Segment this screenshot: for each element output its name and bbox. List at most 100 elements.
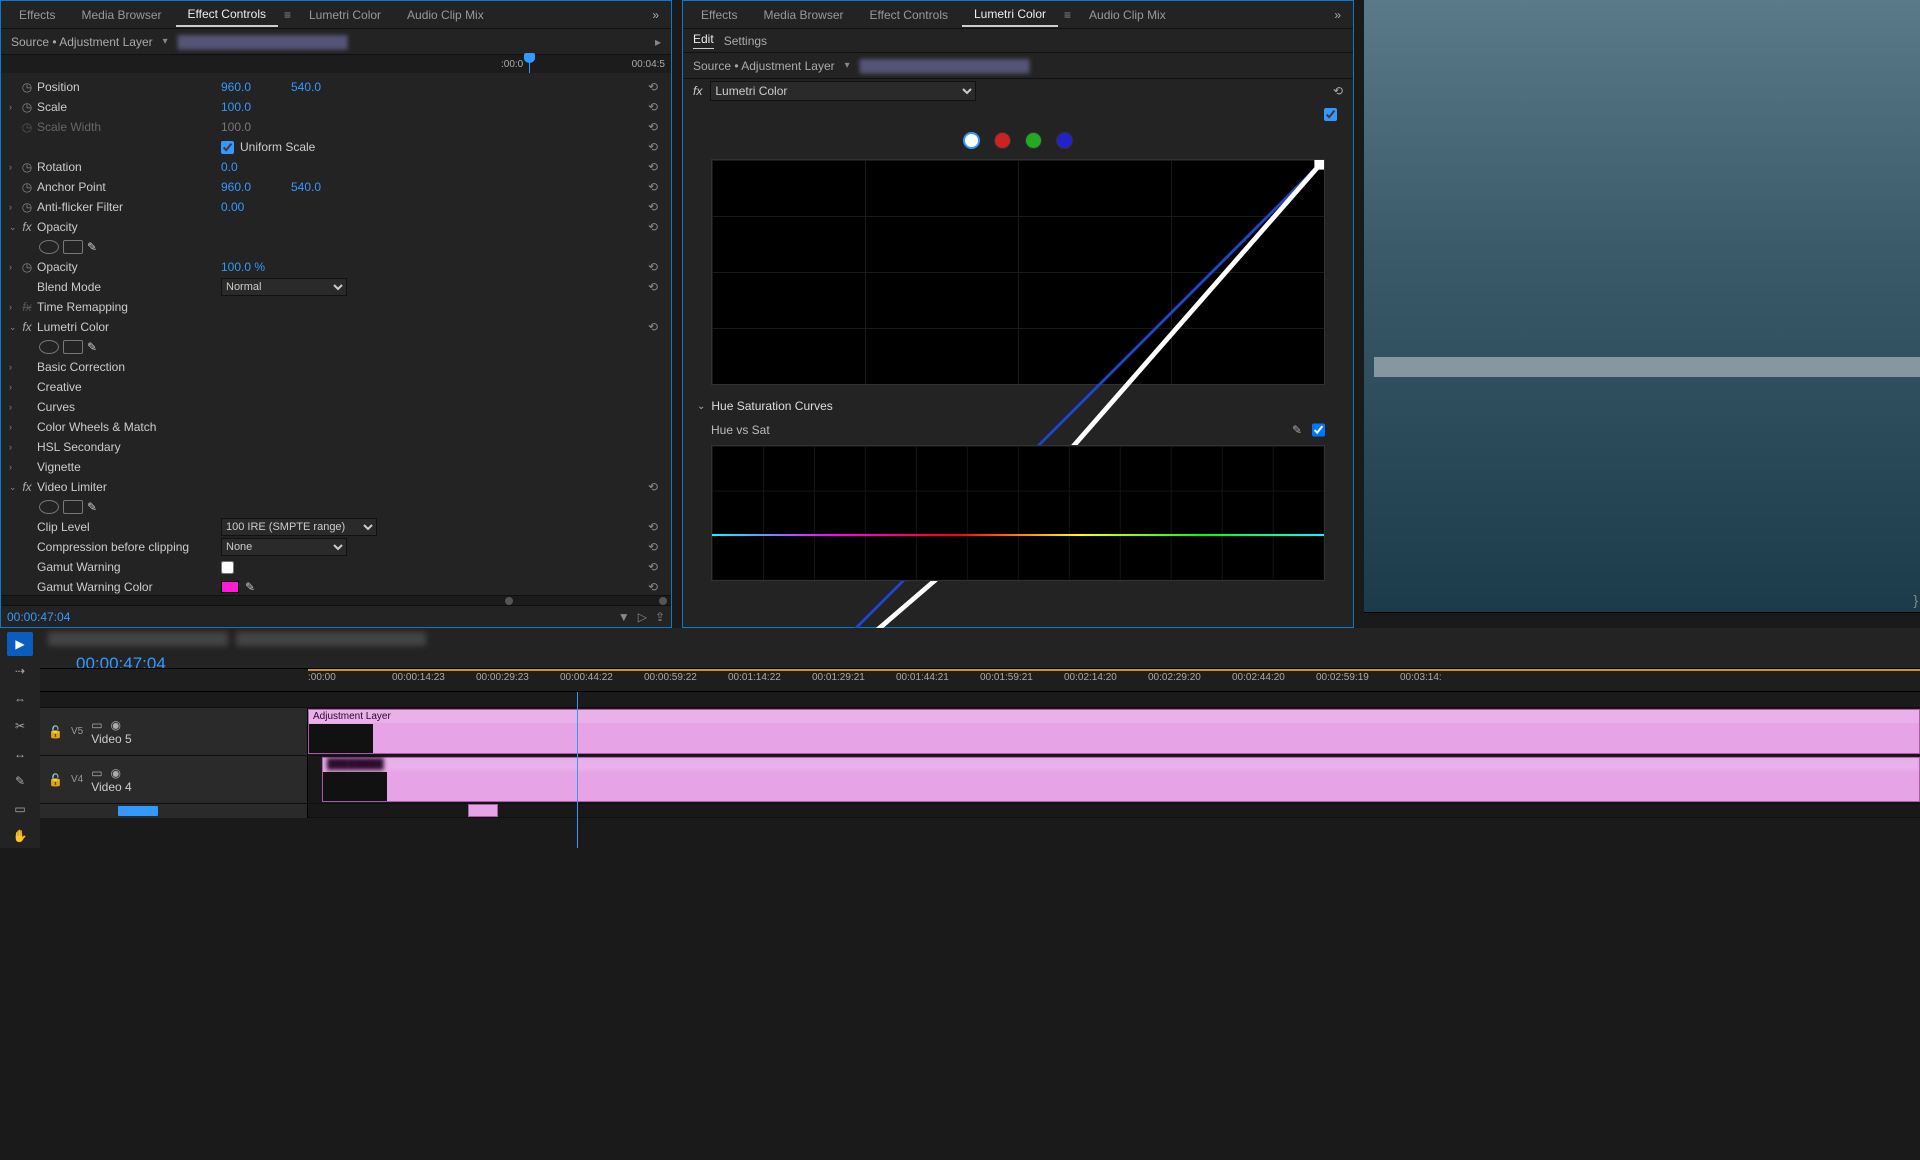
filter-icon[interactable]: ▼ bbox=[618, 610, 630, 624]
track-name[interactable]: Video 5 bbox=[91, 732, 299, 746]
prop-opacity-value[interactable]: 100.0 % bbox=[221, 260, 271, 274]
lock-icon[interactable]: 🔓 bbox=[48, 725, 63, 739]
out-bracket-icon[interactable]: } bbox=[1913, 592, 1918, 608]
play-only-icon[interactable]: ▷ bbox=[638, 610, 647, 624]
prop-position-x[interactable]: 960.0 bbox=[221, 80, 271, 94]
track-header-v4[interactable]: 🔓 V4 ▭◉ Video 4 bbox=[40, 756, 308, 803]
panel-menu-icon[interactable]: ≡ bbox=[1060, 8, 1075, 22]
lock-icon[interactable]: 🔓 bbox=[48, 773, 63, 787]
track-lane-v3[interactable] bbox=[308, 804, 1920, 817]
rect-mask-icon[interactable] bbox=[63, 340, 83, 354]
stopwatch-icon[interactable]: ◷ bbox=[19, 260, 35, 274]
twirl-icon[interactable]: › bbox=[9, 402, 19, 412]
stopwatch-icon[interactable]: ◷ bbox=[19, 100, 35, 114]
track-name[interactable]: Video 4 bbox=[91, 780, 299, 794]
stopwatch-icon[interactable]: ◷ bbox=[19, 160, 35, 174]
prop-anchor-x[interactable]: 960.0 bbox=[221, 180, 271, 194]
fx-badge-icon[interactable]: fx bbox=[19, 300, 35, 314]
timeline-play-icon[interactable]: ▸ bbox=[655, 35, 661, 49]
tab-media-browser[interactable]: Media Browser bbox=[69, 4, 173, 26]
tab-lumetri-color-left[interactable]: Lumetri Color bbox=[297, 4, 393, 26]
panel-menu-icon[interactable]: ≡ bbox=[280, 8, 295, 22]
stopwatch-icon[interactable]: ◷ bbox=[19, 200, 35, 214]
fx-badge-icon[interactable]: fx bbox=[19, 480, 35, 494]
reset-icon[interactable]: ⟲ bbox=[643, 560, 663, 574]
twirl-icon[interactable]: › bbox=[9, 462, 19, 472]
reset-effect-icon[interactable]: ⟲ bbox=[1333, 84, 1343, 98]
twirl-icon[interactable]: › bbox=[9, 302, 19, 312]
reset-icon[interactable]: ⟲ bbox=[643, 100, 663, 114]
ellipse-mask-icon[interactable] bbox=[39, 500, 59, 514]
monitor-timeline[interactable] bbox=[1364, 612, 1920, 628]
horizontal-scrollbar[interactable] bbox=[1, 595, 671, 605]
reset-icon[interactable]: ⟲ bbox=[643, 320, 663, 334]
pen-mask-icon[interactable]: ✎ bbox=[87, 340, 97, 354]
ellipse-mask-icon[interactable] bbox=[39, 340, 59, 354]
clip-small[interactable] bbox=[468, 804, 498, 817]
clip-level-select[interactable]: 100 IRE (SMPTE range) bbox=[221, 518, 377, 536]
prop-anchor-y[interactable]: 540.0 bbox=[291, 180, 341, 194]
tab-effects[interactable]: Effects bbox=[7, 4, 67, 26]
reset-icon[interactable]: ⟲ bbox=[643, 200, 663, 214]
reset-icon[interactable]: ⟲ bbox=[643, 580, 663, 594]
reset-icon[interactable]: ⟲ bbox=[643, 120, 663, 134]
razor-tool-icon[interactable]: ✂ bbox=[7, 715, 33, 739]
hue-vs-sat-editor[interactable] bbox=[711, 445, 1325, 581]
pen-tool-icon[interactable]: ✎ bbox=[7, 770, 33, 794]
toggle-eye-icon[interactable]: ◉ bbox=[111, 766, 121, 780]
prop-rotation-value[interactable]: 0.0 bbox=[221, 160, 271, 174]
source-dropdown-icon[interactable]: ▾ bbox=[163, 36, 168, 47]
prop-position-y[interactable]: 540.0 bbox=[291, 80, 341, 94]
selection-tool-icon[interactable]: ▶ bbox=[7, 632, 33, 656]
subtab-settings[interactable]: Settings bbox=[724, 34, 767, 48]
track-select-tool-icon[interactable]: ⇢ bbox=[7, 660, 33, 684]
blend-mode-select[interactable]: Normal bbox=[221, 278, 347, 296]
ellipse-mask-icon[interactable] bbox=[39, 240, 59, 254]
stopwatch-icon[interactable]: ◷ bbox=[19, 80, 35, 94]
twirl-icon[interactable]: › bbox=[9, 102, 19, 112]
lumetri-hsl[interactable]: HSL Secondary bbox=[35, 440, 221, 454]
tab-effect-controls-r[interactable]: Effect Controls bbox=[858, 4, 960, 26]
gamut-color-swatch[interactable] bbox=[221, 581, 239, 593]
tab-audio-clip-mix-left[interactable]: Audio Clip Mix bbox=[395, 4, 496, 26]
reset-icon[interactable]: ⟲ bbox=[643, 80, 663, 94]
work-area-bar[interactable] bbox=[308, 669, 1920, 671]
twirl-icon[interactable]: › bbox=[9, 262, 19, 272]
rgb-curve-editor[interactable] bbox=[711, 159, 1325, 385]
pen-mask-icon[interactable]: ✎ bbox=[87, 500, 97, 514]
pen-mask-icon[interactable]: ✎ bbox=[87, 240, 97, 254]
tab-audio-clip-mix-r[interactable]: Audio Clip Mix bbox=[1077, 4, 1178, 26]
curve-blue-channel[interactable] bbox=[1056, 132, 1073, 149]
lumetri-curves[interactable]: Curves bbox=[35, 400, 221, 414]
track-header-v5[interactable]: 🔓 V5 ▭◉ Video 5 bbox=[40, 708, 308, 755]
compression-select[interactable]: None bbox=[221, 538, 347, 556]
fx-badge-icon[interactable]: fx bbox=[19, 220, 35, 234]
twirl-icon[interactable]: ⌄ bbox=[9, 222, 19, 233]
toggle-output-icon[interactable]: ▭ bbox=[91, 718, 102, 732]
time-ruler[interactable]: :00:00 00:00:14:23 00:00:29:23 00:00:44:… bbox=[40, 668, 1920, 692]
track-lane-v4[interactable]: ████████ bbox=[308, 756, 1920, 803]
tab-media-browser-r[interactable]: Media Browser bbox=[751, 4, 855, 26]
tab-effects-r[interactable]: Effects bbox=[689, 4, 749, 26]
lumetri-creative[interactable]: Creative bbox=[35, 380, 221, 394]
reset-icon[interactable]: ⟲ bbox=[643, 280, 663, 294]
reset-icon[interactable]: ⟲ bbox=[643, 220, 663, 234]
clip-video[interactable]: ████████ bbox=[322, 757, 1920, 802]
twirl-icon[interactable]: › bbox=[9, 162, 19, 172]
twirl-icon[interactable]: › bbox=[9, 422, 19, 432]
twirl-icon[interactable]: › bbox=[9, 382, 19, 392]
reset-icon[interactable]: ⟲ bbox=[643, 480, 663, 494]
twirl-icon[interactable]: ⌄ bbox=[9, 322, 19, 333]
uniform-scale-checkbox[interactable] bbox=[221, 141, 234, 154]
lumetri-wheels[interactable]: Color Wheels & Match bbox=[35, 420, 221, 434]
track-target-highlight[interactable] bbox=[118, 806, 158, 816]
reset-icon[interactable]: ⟲ bbox=[643, 520, 663, 534]
source-dropdown-icon[interactable]: ▾ bbox=[845, 60, 850, 71]
twirl-icon[interactable]: › bbox=[9, 442, 19, 452]
export-icon[interactable]: ⇪ bbox=[655, 610, 665, 624]
overflow-icon[interactable]: » bbox=[646, 8, 665, 22]
hand-tool-icon[interactable]: ✋ bbox=[7, 825, 33, 849]
reset-icon[interactable]: ⟲ bbox=[643, 540, 663, 554]
stopwatch-icon[interactable]: ◷ bbox=[19, 180, 35, 194]
curve-white-channel[interactable] bbox=[963, 132, 980, 149]
